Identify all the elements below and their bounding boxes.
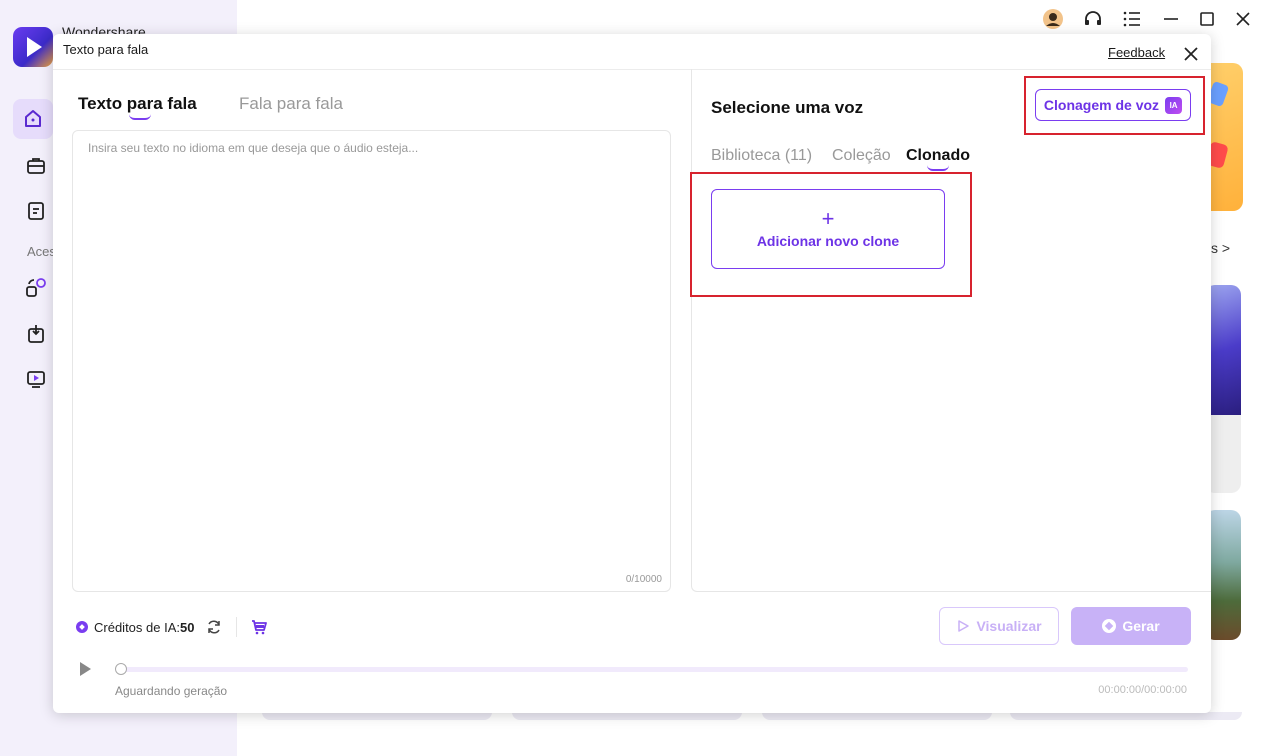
bg-card-edge bbox=[762, 712, 992, 720]
ai-credits: Créditos de IA: 50 bbox=[76, 617, 268, 637]
tab-library[interactable]: Biblioteca (11) bbox=[711, 147, 812, 165]
credits-label: Créditos de IA: bbox=[94, 619, 180, 635]
voice-cloning-label: Clonagem de voz bbox=[1043, 97, 1160, 113]
dialog-title: Texto para fala bbox=[63, 42, 149, 57]
window-close-icon[interactable] bbox=[1232, 8, 1254, 30]
text-input[interactable] bbox=[73, 131, 670, 591]
generation-status: Aguardando geração bbox=[115, 684, 228, 698]
sidebar-section-label: Aces bbox=[27, 244, 56, 259]
playback-time: 00:00:00/00:00:00 bbox=[1098, 684, 1187, 696]
home-icon[interactable] bbox=[13, 99, 53, 139]
generate-icon bbox=[1102, 619, 1117, 633]
minimize-icon[interactable] bbox=[1160, 8, 1182, 30]
refresh-icon[interactable] bbox=[206, 619, 222, 635]
progress-bar[interactable] bbox=[115, 667, 1188, 672]
plus-icon: + bbox=[821, 206, 835, 231]
app-logo bbox=[13, 27, 53, 67]
tab-cloned[interactable]: Clonado bbox=[906, 147, 970, 165]
text-input-container: 0/10000 bbox=[72, 130, 671, 592]
tab-collection[interactable]: Coleção bbox=[832, 147, 891, 165]
close-icon[interactable] bbox=[1181, 44, 1201, 64]
generate-label: Gerar bbox=[1122, 618, 1160, 634]
ai-badge: IA bbox=[1165, 96, 1183, 114]
bg-card-edge bbox=[262, 712, 492, 720]
document-icon[interactable] bbox=[24, 199, 48, 223]
preview-button[interactable]: Visualizar bbox=[939, 607, 1059, 645]
voice-panel: Selecione uma voz Clonagem de voz IA Bib… bbox=[690, 69, 1211, 592]
voice-panel-heading: Selecione uma voz bbox=[711, 98, 864, 117]
screen-record-icon[interactable] bbox=[24, 367, 48, 391]
active-tab-indicator bbox=[129, 114, 151, 120]
preview-label: Visualizar bbox=[976, 618, 1042, 634]
add-new-clone-label: Adicionar novo clone bbox=[756, 233, 900, 249]
menu-icon[interactable] bbox=[1121, 8, 1143, 30]
play-icon[interactable] bbox=[77, 661, 93, 677]
add-new-clone-button[interactable]: + Adicionar novo clone bbox=[711, 189, 945, 269]
convert-icon[interactable] bbox=[24, 276, 48, 300]
tab-text-to-speech[interactable]: Texto para fala bbox=[78, 94, 197, 114]
see-more-link[interactable]: s > bbox=[1211, 240, 1230, 256]
credits-value: 50 bbox=[180, 619, 195, 635]
credit-icon bbox=[76, 621, 88, 633]
progress-handle[interactable] bbox=[115, 663, 127, 675]
user-avatar-icon[interactable] bbox=[1042, 8, 1064, 30]
toolbox-icon[interactable] bbox=[24, 154, 48, 178]
headset-icon[interactable] bbox=[1082, 8, 1104, 30]
bg-card-edge bbox=[1010, 712, 1242, 720]
cart-icon[interactable] bbox=[251, 619, 268, 635]
text-to-speech-dialog: Texto para fala Feedback Texto para fala… bbox=[53, 34, 1211, 713]
download-icon[interactable] bbox=[24, 322, 48, 346]
voice-cloning-button[interactable]: Clonagem de voz IA bbox=[1035, 89, 1191, 121]
feedback-link[interactable]: Feedback bbox=[1108, 45, 1165, 60]
separator bbox=[236, 617, 238, 637]
tab-speech-to-speech[interactable]: Fala para fala bbox=[239, 94, 343, 114]
generate-button[interactable]: Gerar bbox=[1071, 607, 1191, 645]
active-tab-indicator bbox=[927, 165, 949, 171]
play-outline-icon bbox=[958, 620, 970, 632]
bg-card-edge bbox=[512, 712, 742, 720]
char-count: 0/10000 bbox=[625, 574, 662, 585]
maximize-icon[interactable] bbox=[1196, 8, 1218, 30]
